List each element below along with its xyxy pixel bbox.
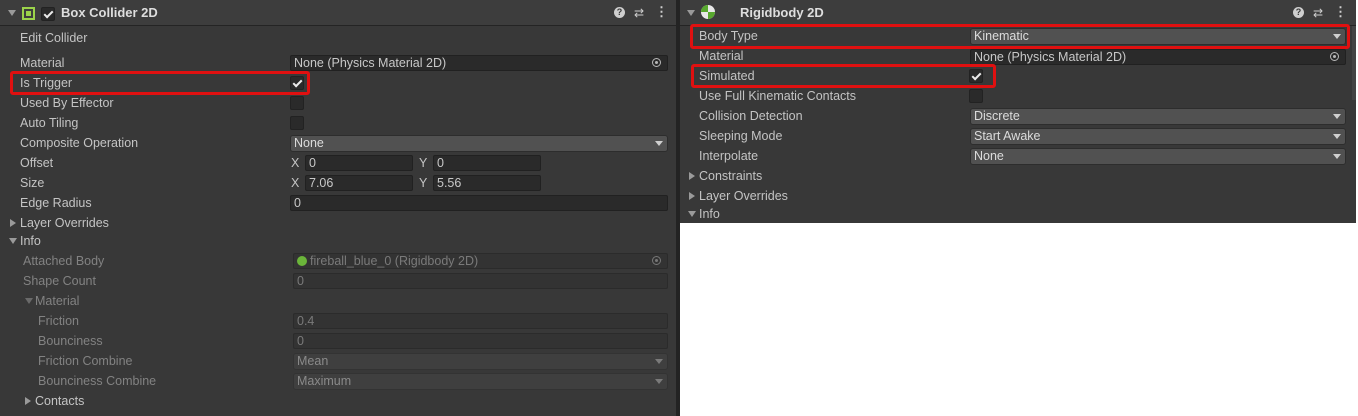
constraints-foldout[interactable]: Constraints	[699, 169, 762, 183]
material-label: Material	[699, 49, 744, 63]
offset-y-field[interactable]: 0	[433, 155, 541, 171]
chevron-down-icon	[1333, 134, 1341, 139]
size-x-field[interactable]: 7.06	[305, 175, 413, 191]
scrollbar-thumb[interactable]	[1352, 26, 1356, 100]
bounciness-label: Bounciness	[38, 334, 103, 348]
layer-overrides-foldout-icon[interactable]	[689, 192, 695, 200]
bounciness-combine-label: Bounciness Combine	[38, 374, 157, 388]
material-value: None (Physics Material 2D)	[974, 50, 1127, 64]
interpolate-value: None	[974, 149, 1004, 163]
foldout-arrow-icon[interactable]	[687, 10, 695, 16]
edit-collider-label: Edit Collider	[20, 31, 88, 45]
bounciness-combine-dropdown: Maximum	[293, 373, 668, 390]
contacts-foldout-icon[interactable]	[25, 397, 31, 405]
presets-icon[interactable]: ⇄	[634, 6, 644, 20]
edge-radius-field[interactable]: 0	[290, 195, 668, 211]
sleeping-mode-dropdown[interactable]: Start Awake	[970, 128, 1346, 145]
bounciness-combine-value: Maximum	[297, 374, 352, 388]
rigidbody-2d-component: Rigidbody 2D ? ⇄ ⋮ Body Type Kinematic M…	[680, 0, 1356, 223]
box-collider-header[interactable]: Box Collider 2D ? ⇄ ⋮	[0, 0, 676, 26]
used-by-effector-checkbox[interactable]	[290, 96, 304, 110]
rigidbody-header[interactable]: Rigidbody 2D ? ⇄ ⋮	[680, 0, 1356, 26]
attached-body-field: fireball_blue_0 (Rigidbody 2D)	[293, 253, 668, 269]
layer-overrides-foldout-icon[interactable]	[10, 219, 16, 227]
composite-operation-dropdown[interactable]: None	[290, 135, 668, 152]
offset-x-label: X	[291, 156, 300, 170]
help-icon[interactable]: ?	[614, 7, 625, 18]
info-foldout[interactable]: Info	[20, 234, 41, 248]
rigidbody-icon	[297, 256, 307, 266]
collider-icon	[22, 7, 35, 20]
interpolate-label: Interpolate	[699, 149, 759, 163]
offset-x-field[interactable]: 0	[305, 155, 413, 171]
size-x-label: X	[291, 176, 300, 190]
body-type-highlight	[690, 24, 1350, 49]
constraints-foldout-icon[interactable]	[689, 172, 695, 180]
collision-detection-dropdown[interactable]: Discrete	[970, 108, 1346, 125]
menu-icon[interactable]: ⋮	[655, 4, 668, 20]
bounciness-field: 0	[293, 333, 668, 349]
edge-radius-label: Edge Radius	[20, 196, 92, 210]
component-title: Rigidbody 2D	[740, 5, 824, 20]
collision-detection-label: Collision Detection	[699, 109, 803, 123]
shape-count-label: Shape Count	[23, 274, 96, 288]
attached-body-label: Attached Body	[23, 254, 105, 268]
full-kinematic-contacts-label: Use Full Kinematic Contacts	[699, 89, 857, 103]
sleeping-mode-value: Start Awake	[974, 129, 1041, 143]
used-by-effector-label: Used By Effector	[20, 96, 114, 110]
chevron-down-icon	[655, 379, 663, 384]
friction-field: 0.4	[293, 313, 668, 329]
foldout-arrow-icon[interactable]	[8, 10, 16, 16]
info-foldout[interactable]: Info	[699, 207, 720, 221]
component-title: Box Collider 2D	[61, 5, 158, 20]
material-section-foldout-icon	[25, 298, 33, 304]
auto-tiling-label: Auto Tiling	[20, 116, 79, 130]
object-picker-icon[interactable]	[1330, 52, 1339, 61]
rigidbody-icon	[701, 5, 715, 19]
object-picker-icon[interactable]	[652, 58, 661, 67]
friction-combine-dropdown: Mean	[293, 353, 668, 370]
composite-operation-value: None	[294, 136, 324, 150]
help-icon[interactable]: ?	[1293, 7, 1304, 18]
material-section-label: Material	[35, 294, 80, 308]
contacts-foldout[interactable]: Contacts	[35, 394, 84, 408]
material-label: Material	[20, 56, 65, 70]
object-picker-icon	[652, 256, 661, 265]
chevron-down-icon	[1333, 154, 1341, 159]
component-enabled-checkbox[interactable]	[41, 7, 55, 21]
info-foldout-icon[interactable]	[9, 238, 17, 244]
offset-y-label: Y	[419, 156, 428, 170]
layer-overrides-foldout[interactable]: Layer Overrides	[20, 216, 109, 230]
attached-body-value: fireball_blue_0 (Rigidbody 2D)	[310, 254, 479, 268]
friction-combine-value: Mean	[297, 354, 329, 368]
chevron-down-icon	[1333, 114, 1341, 119]
auto-tiling-checkbox[interactable]	[290, 116, 304, 130]
material-field[interactable]: None (Physics Material 2D)	[290, 55, 668, 71]
menu-icon[interactable]: ⋮	[1334, 4, 1347, 20]
size-y-label: Y	[419, 176, 428, 190]
sleeping-mode-label: Sleeping Mode	[699, 129, 783, 143]
collision-detection-value: Discrete	[974, 109, 1020, 123]
shape-count-field: 0	[293, 273, 668, 289]
full-kinematic-contacts-checkbox[interactable]	[969, 89, 983, 103]
friction-label: Friction	[38, 314, 79, 328]
material-value: None (Physics Material 2D)	[294, 56, 447, 70]
is-trigger-highlight	[10, 71, 310, 95]
layer-overrides-foldout[interactable]: Layer Overrides	[699, 189, 788, 203]
presets-icon[interactable]: ⇄	[1313, 6, 1323, 20]
material-field[interactable]: None (Physics Material 2D)	[970, 49, 1346, 65]
size-y-field[interactable]: 5.56	[433, 175, 541, 191]
chevron-down-icon	[655, 141, 663, 146]
info-foldout-icon[interactable]	[688, 211, 696, 217]
box-collider-2d-component: Box Collider 2D ? ⇄ ⋮ Edit Collider Mate…	[0, 0, 676, 416]
chevron-down-icon	[655, 359, 663, 364]
interpolate-dropdown[interactable]: None	[970, 148, 1346, 165]
offset-label: Offset	[20, 156, 54, 170]
composite-operation-label: Composite Operation	[20, 136, 139, 150]
friction-combine-label: Friction Combine	[38, 354, 133, 368]
size-label: Size	[20, 176, 45, 190]
simulated-highlight	[691, 64, 996, 88]
